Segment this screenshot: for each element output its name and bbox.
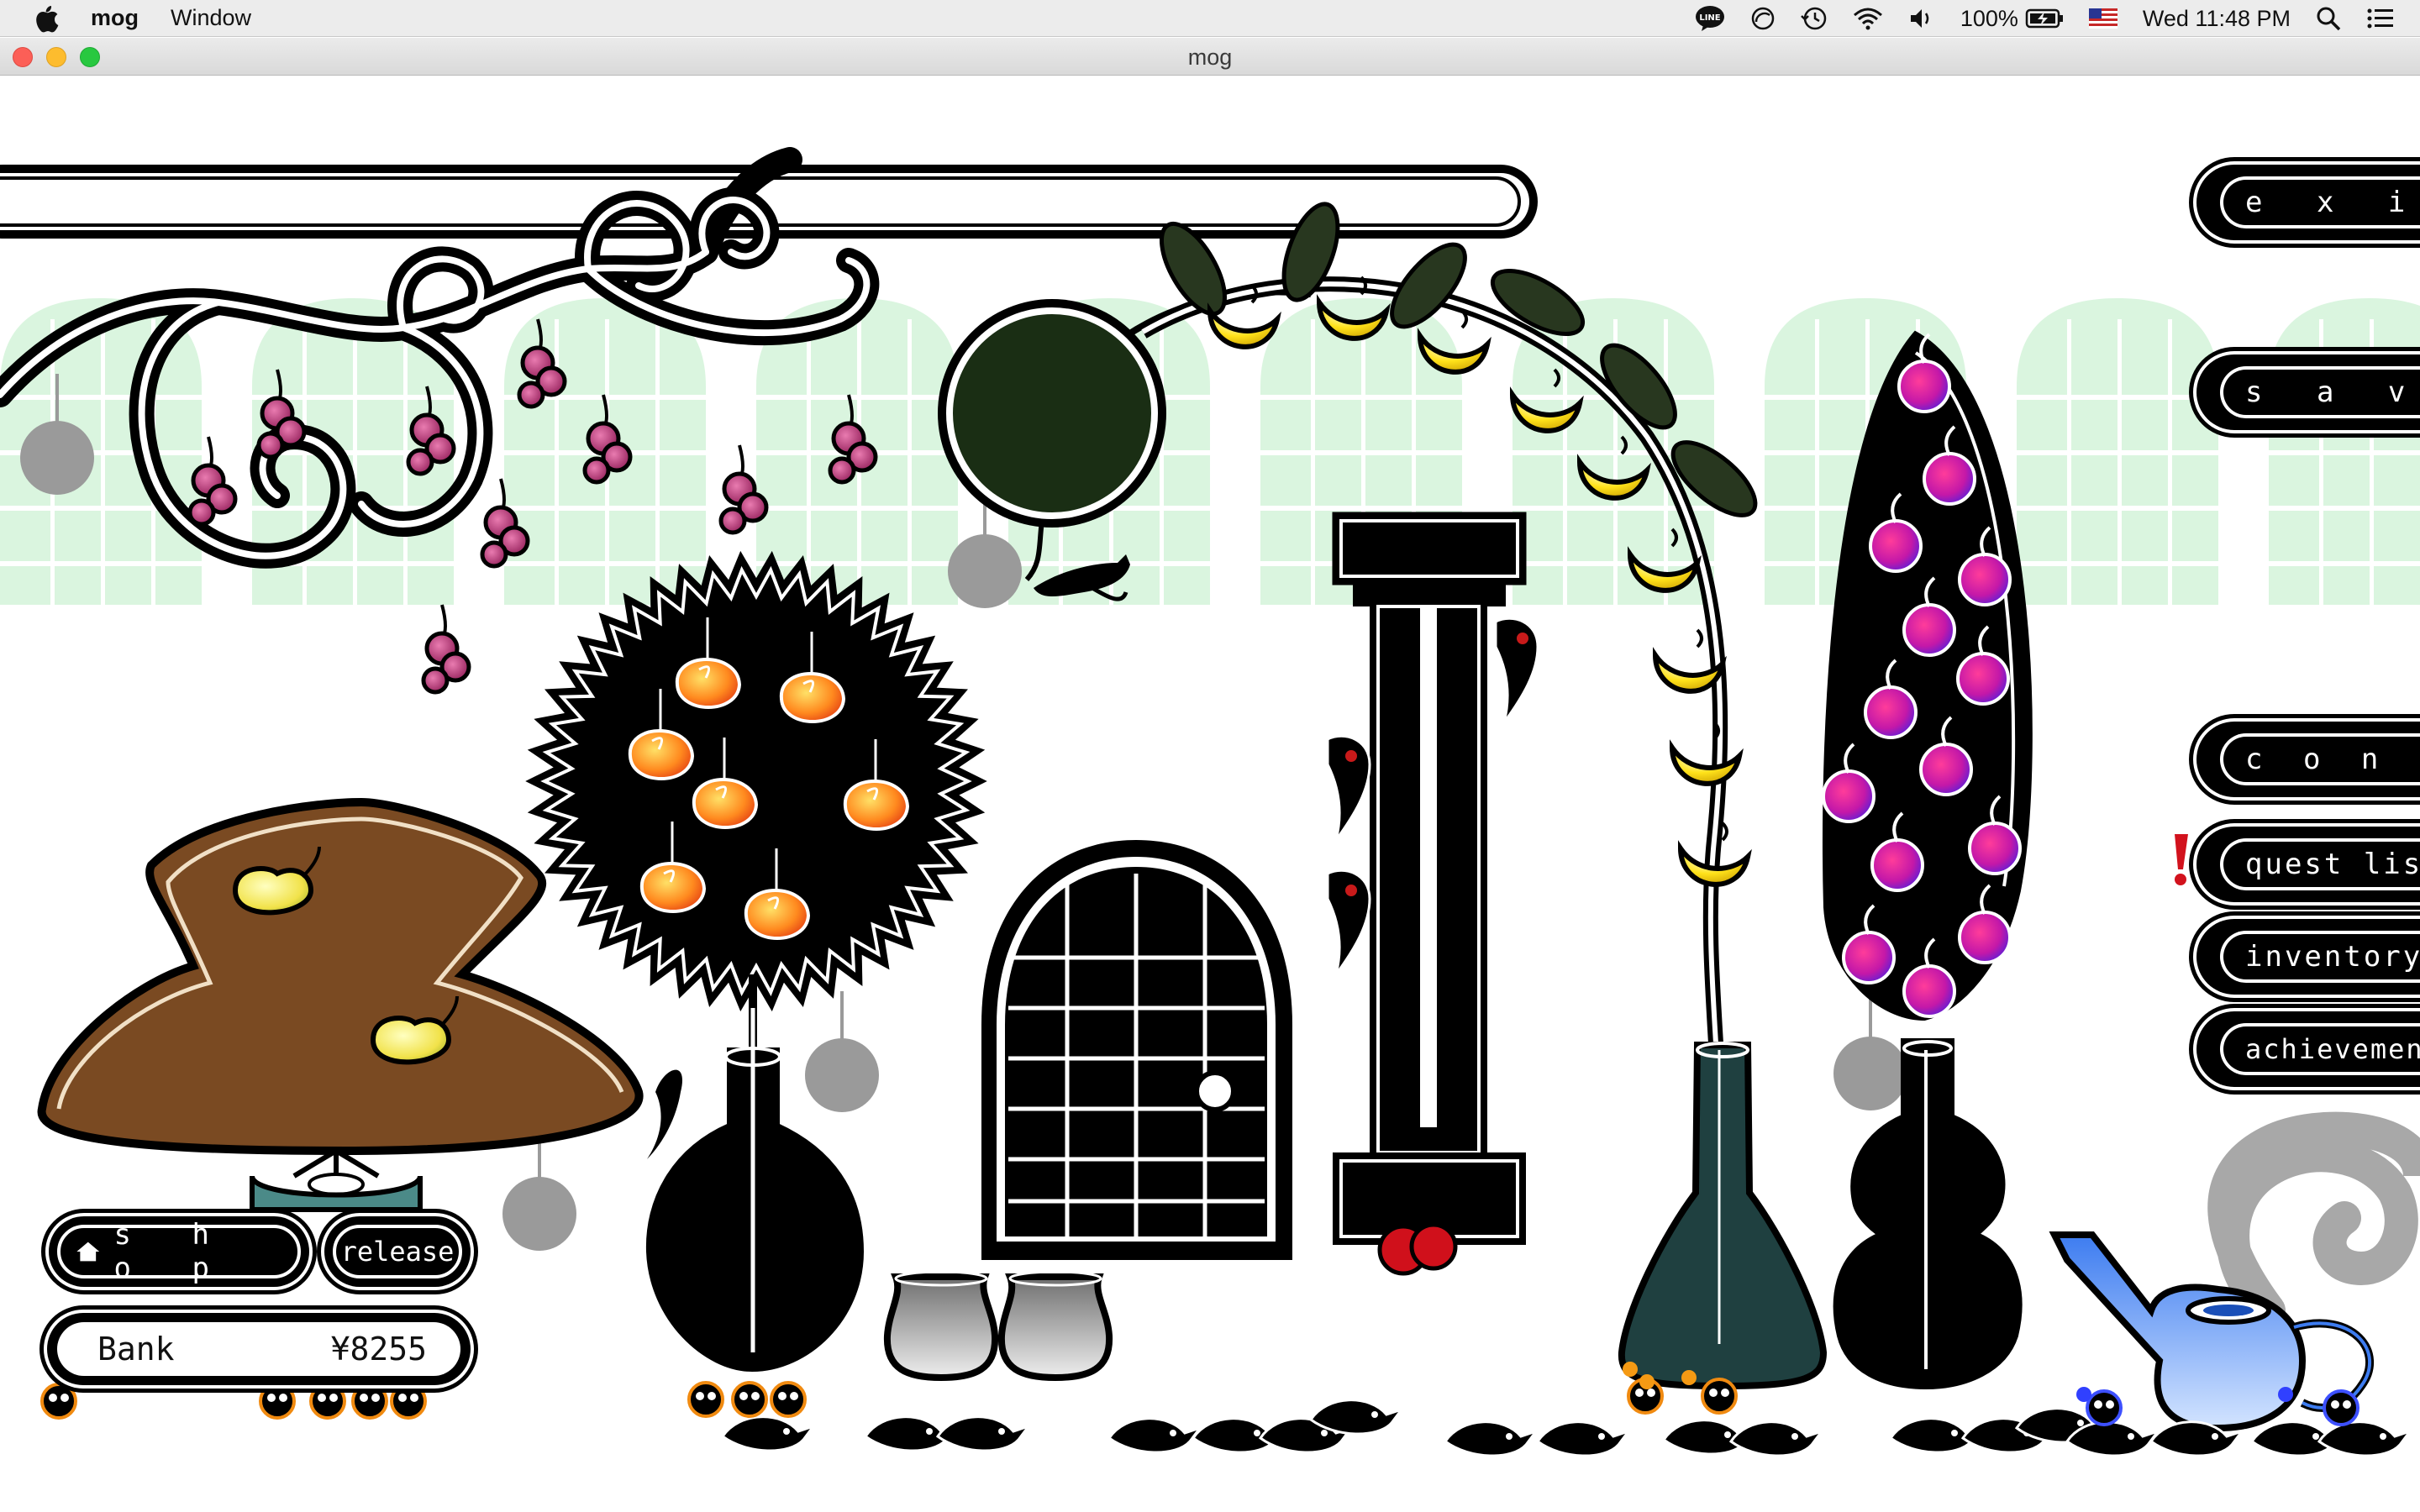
us-flag-icon[interactable]	[2088, 8, 2118, 29]
shop-label: s h o p	[113, 1218, 231, 1285]
release-label: release	[340, 1236, 455, 1268]
banana	[1669, 739, 1744, 786]
do-not-disturb-icon[interactable]	[1750, 6, 1776, 31]
quest-list-label: quest list	[2220, 838, 2420, 890]
bird-critter	[1535, 1420, 1633, 1457]
apple	[1897, 360, 1951, 413]
grey-weight	[805, 1038, 879, 1112]
window-title-bar: mog	[0, 38, 2420, 76]
rodent-critter	[309, 1383, 346, 1420]
home-icon	[76, 1242, 100, 1262]
apple	[1870, 838, 1924, 892]
release-button[interactable]: release	[324, 1216, 471, 1287]
apple	[1842, 931, 1896, 984]
bird-critter	[1107, 1417, 1204, 1454]
apple	[1923, 452, 1976, 506]
spotlight-search-icon[interactable]	[2316, 6, 2341, 31]
grey-weight	[948, 534, 1022, 608]
apple	[1958, 911, 2012, 964]
apple	[1968, 822, 2022, 875]
bird-critter	[1443, 1420, 1540, 1457]
achievement-label: achievement	[2220, 1023, 2420, 1075]
bird-critter	[1728, 1420, 1826, 1457]
bird-critter	[2317, 1420, 2414, 1457]
time-machine-icon[interactable]	[1800, 6, 1828, 31]
watering-can[interactable]	[2049, 1111, 2420, 1432]
rodent-critter	[2323, 1389, 2360, 1426]
apple	[1902, 603, 1956, 657]
clock[interactable]: Wed 11:48 PM	[2143, 6, 2291, 32]
pillar-column	[1326, 512, 1539, 1276]
line-app-icon[interactable]: LINE	[1695, 5, 1725, 32]
pear	[370, 1016, 452, 1065]
banana	[1207, 302, 1281, 349]
bird-critter	[720, 1415, 818, 1452]
apple	[1902, 964, 1956, 1018]
battery-charging-icon[interactable]	[2025, 8, 2064, 29]
apple	[1919, 743, 1973, 796]
save-label: s a v e	[2220, 366, 2420, 418]
rodent-critter	[40, 1383, 77, 1420]
apple	[1864, 685, 1918, 739]
notification-center-icon[interactable]	[2366, 7, 2395, 30]
battery-percent[interactable]: 100%	[1960, 6, 2018, 32]
bank-amount: ¥8255	[330, 1331, 427, 1368]
orange-spiky-tree	[525, 550, 987, 1373]
apple	[1956, 652, 2010, 706]
volume-icon[interactable]	[1908, 7, 1935, 30]
bird-critter	[935, 1415, 1033, 1452]
achievement-button[interactable]: achievement	[2196, 1011, 2420, 1087]
config-label: c o n f i g	[2220, 733, 2420, 785]
wifi-icon[interactable]	[1853, 7, 1883, 30]
rodent-critter	[390, 1383, 427, 1420]
rodent-critter	[259, 1383, 296, 1420]
apple-icon[interactable]	[34, 4, 59, 33]
greenhouse-lattice-background	[0, 298, 2420, 605]
grey-weight	[502, 1177, 576, 1251]
grey-pots	[883, 1270, 1113, 1382]
window-menu[interactable]: Window	[171, 5, 251, 31]
app-name-menu[interactable]: mog	[91, 5, 139, 31]
menu-bar: mog Window LINE 100% Wed 11:48 PM	[0, 0, 2420, 37]
save-button[interactable]: s a v e	[2196, 354, 2420, 430]
bank-label: Bank	[97, 1331, 175, 1368]
rodent-critter	[1701, 1378, 1738, 1415]
shop-button[interactable]: s h o p	[49, 1216, 309, 1287]
rodent-critter	[351, 1383, 388, 1420]
inventory-button[interactable]: inventory	[2196, 919, 2420, 995]
grey-weight	[20, 421, 94, 495]
grey-weight	[1833, 1037, 1907, 1110]
apple	[1958, 553, 2012, 606]
apple	[1869, 519, 1923, 573]
battery-percent-text: 100%	[1960, 5, 2018, 31]
quest-list-button[interactable]: quest list	[2196, 827, 2420, 902]
arched-door[interactable]	[981, 840, 1292, 1260]
pear	[232, 866, 314, 916]
rodent-critter	[2086, 1389, 2123, 1426]
exit-button[interactable]: e x i t	[2196, 165, 2420, 240]
teal-flask	[1618, 1042, 1828, 1390]
config-button[interactable]: c o n f i g	[2196, 722, 2420, 797]
rodent-critter	[731, 1381, 768, 1418]
quest-alert-icon	[2175, 834, 2188, 885]
rodent-critter	[770, 1381, 807, 1418]
apple	[1822, 769, 1876, 823]
exit-label: e x i t	[2220, 176, 2420, 228]
bank-panel: Bank ¥8255	[47, 1313, 471, 1385]
clock-text: Wed 11:48 PM	[2142, 5, 2291, 31]
inventory-label: inventory	[2220, 931, 2420, 983]
svg-text:LINE: LINE	[1699, 13, 1720, 23]
window-title: mog	[1187, 45, 1233, 70]
game-canvas[interactable]: e x i t s a v e c o n f i g quest list i…	[0, 76, 2420, 1512]
rodent-critter	[687, 1381, 724, 1418]
